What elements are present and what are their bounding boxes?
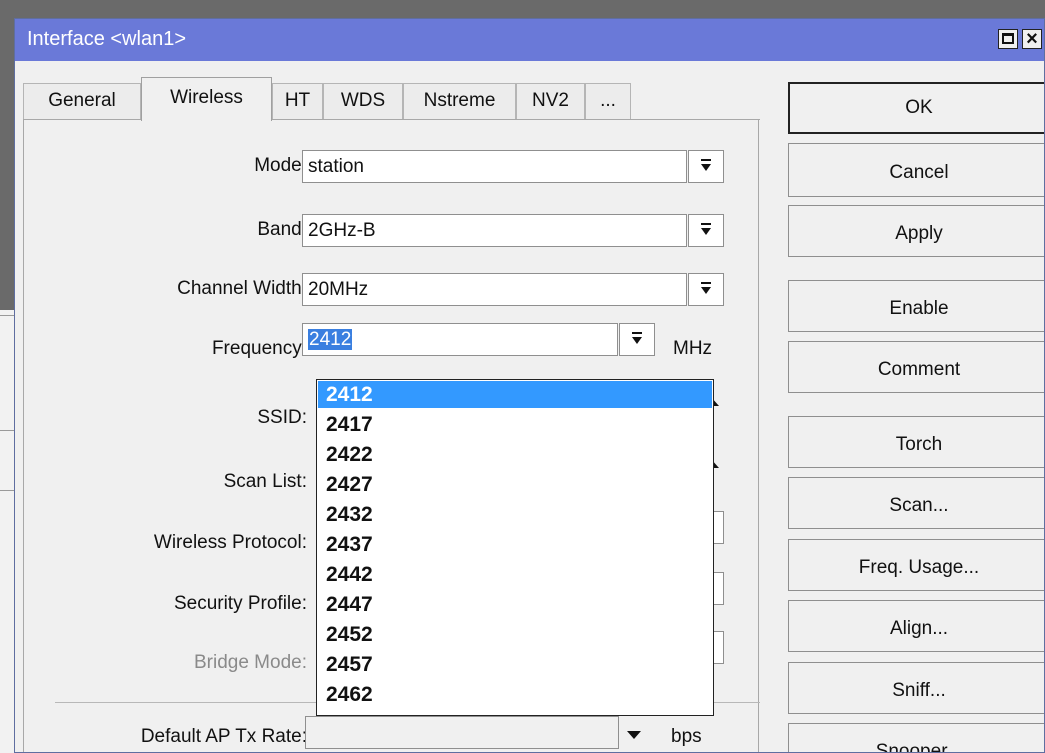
comment-button[interactable]: Comment: [788, 341, 1044, 393]
frequency-option[interactable]: 2462: [318, 681, 712, 708]
background-divider: [0, 315, 14, 316]
default-ap-tx-rate-dropdown-icon[interactable]: [627, 731, 641, 739]
tab-wireless[interactable]: Wireless: [141, 77, 272, 121]
torch-button[interactable]: Torch: [788, 416, 1044, 468]
frequency-option[interactable]: 2422: [318, 441, 712, 468]
frequency-dropdown-button[interactable]: [619, 323, 655, 356]
frequency-option[interactable]: 2412: [318, 381, 712, 408]
tab-wds[interactable]: WDS: [323, 83, 403, 119]
channel-width-dropdown-button[interactable]: [688, 273, 724, 306]
mode-select[interactable]: station: [302, 150, 687, 183]
dropdown-arrow-icon: [701, 223, 711, 238]
frequency-option[interactable]: 2457: [318, 651, 712, 678]
dropdown-arrow-icon: [701, 282, 711, 297]
band-label: Band:: [257, 219, 307, 240]
default-ap-tx-rate-input[interactable]: [305, 716, 619, 749]
mode-label: Mode:: [254, 155, 307, 176]
frequency-option[interactable]: 2432: [318, 501, 712, 528]
dropdown-arrow-icon: [632, 332, 642, 347]
background-divider: [0, 430, 14, 431]
scan-list-label: Scan List:: [223, 471, 307, 492]
snooper-button[interactable]: Snooper...: [788, 723, 1044, 752]
default-ap-tx-rate-label: Default AP Tx Rate:: [140, 726, 307, 747]
window-title: Interface <wlan1>: [27, 28, 186, 50]
ok-button[interactable]: OK: [788, 82, 1044, 134]
tab-more[interactable]: ...: [585, 83, 631, 119]
tab-ht[interactable]: HT: [272, 83, 323, 119]
ssid-label: SSID:: [257, 407, 307, 428]
bridge-mode-label: Bridge Mode:: [193, 652, 307, 673]
apply-button[interactable]: Apply: [788, 205, 1044, 257]
frequency-option[interactable]: 2442: [318, 561, 712, 588]
freq-usage-button[interactable]: Freq. Usage...: [788, 539, 1044, 591]
frequency-option[interactable]: 2452: [318, 621, 712, 648]
frequency-input[interactable]: 2412: [302, 323, 618, 356]
close-icon: ×: [1026, 28, 1038, 50]
frequency-option[interactable]: 2447: [318, 591, 712, 618]
enable-button[interactable]: Enable: [788, 280, 1044, 332]
tab-nstreme[interactable]: Nstreme: [403, 83, 516, 119]
scan-button[interactable]: Scan...: [788, 477, 1044, 529]
security-profile-label: Security Profile:: [173, 593, 307, 614]
sniff-button[interactable]: Sniff...: [788, 662, 1044, 714]
wireless-protocol-label: Wireless Protocol:: [153, 532, 307, 553]
close-button[interactable]: ×: [1022, 28, 1042, 50]
maximize-icon: [1002, 33, 1014, 44]
dropdown-arrow-icon: [701, 159, 711, 174]
mode-dropdown-button[interactable]: [688, 150, 724, 183]
band-dropdown-button[interactable]: [688, 214, 724, 247]
frequency-label: Frequency:: [211, 338, 307, 359]
cancel-button[interactable]: Cancel: [788, 143, 1044, 197]
frequency-option[interactable]: 2437: [318, 531, 712, 558]
tab-nv2[interactable]: NV2: [516, 83, 585, 119]
background-window: [0, 310, 14, 753]
frequency-value: 2412: [308, 329, 353, 350]
default-ap-tx-rate-unit: bps: [671, 726, 702, 747]
frequency-option[interactable]: 2427: [318, 471, 712, 498]
channel-width-label: Channel Width:: [177, 278, 307, 299]
maximize-button[interactable]: [998, 29, 1018, 49]
tab-general[interactable]: General: [23, 83, 141, 119]
frequency-unit: MHz: [673, 338, 713, 359]
interface-dialog: Interface <wlan1> × General Wireless HT …: [14, 18, 1045, 753]
title-bar[interactable]: Interface <wlan1> ×: [15, 19, 1044, 61]
frequency-option[interactable]: 2417: [318, 411, 712, 438]
background-divider: [0, 490, 14, 491]
band-select[interactable]: 2GHz-B: [302, 214, 687, 247]
align-button[interactable]: Align...: [788, 600, 1044, 652]
frequency-options-list[interactable]: 2412 2417 2422 2427 2432 2437 2442 2447 2452 2457…: [316, 379, 714, 716]
channel-width-select[interactable]: 20MHz: [302, 273, 687, 306]
